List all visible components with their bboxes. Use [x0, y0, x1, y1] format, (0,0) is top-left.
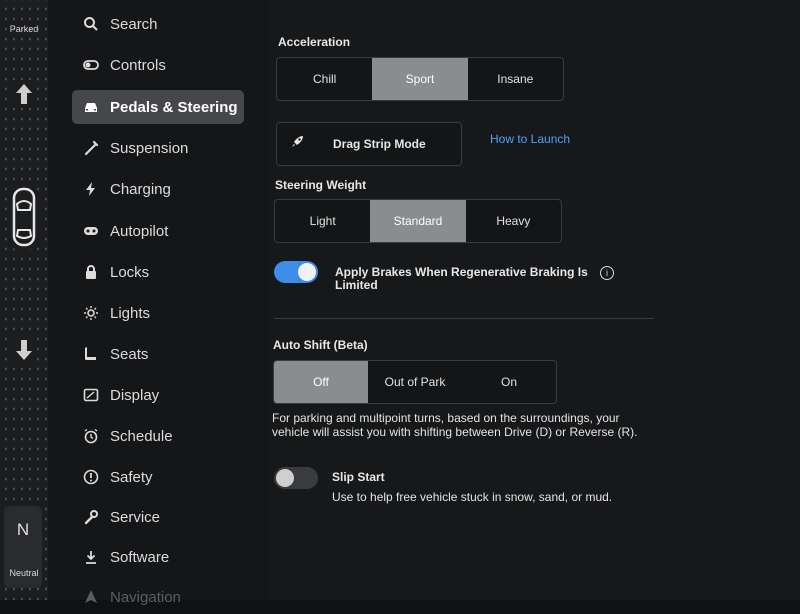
sidebar-item-navigation[interactable]: Navigation	[72, 580, 244, 614]
gear-neutral-label: Neutral	[9, 568, 39, 578]
wrench-pen-icon	[82, 139, 100, 157]
sidebar-item-pedals-steering[interactable]: Pedals & Steering	[72, 90, 244, 124]
steering-option-light[interactable]: Light	[275, 200, 370, 242]
alert-circle-icon	[82, 468, 100, 486]
current-gear: N	[16, 520, 30, 539]
download-icon	[82, 548, 100, 566]
sidebar-item-label: Charging	[110, 180, 171, 198]
sidebar-item-schedule[interactable]: Schedule	[72, 419, 244, 453]
gear-parked-label: Parked	[9, 24, 39, 34]
bolt-icon	[82, 180, 100, 198]
auto-shift-option-on[interactable]: On	[462, 361, 556, 403]
sidebar-item-software[interactable]: Software	[72, 540, 244, 574]
sidebar-item-label: Software	[110, 548, 170, 566]
sidebar-item-label: Service	[110, 508, 161, 526]
auto-shift-option-off[interactable]: Off	[274, 361, 368, 403]
slip-start-description: Use to help free vehicle stuck in snow, …	[332, 490, 613, 504]
car-top-view-icon	[8, 186, 40, 250]
sidebar-item-seats[interactable]: Seats	[72, 337, 244, 371]
sidebar-item-charging[interactable]: Charging	[72, 172, 244, 206]
sidebar-item-autopilot[interactable]: Autopilot	[72, 214, 244, 248]
auto-shift-description: For parking and multipoint turns, based …	[272, 411, 638, 439]
steering-option-heavy[interactable]: Heavy	[466, 200, 561, 242]
sidebar-item-label: Display	[110, 386, 160, 404]
wrench-icon	[82, 508, 100, 526]
search-icon	[82, 15, 100, 33]
gear-selector-strip[interactable]: Parked N Neutral	[0, 0, 48, 600]
how-to-launch-link[interactable]: How to Launch	[490, 132, 570, 146]
sidebar-item-service[interactable]: Service	[72, 500, 244, 534]
drag-strip-mode-button[interactable]: Drag Strip Mode	[276, 122, 462, 166]
sidebar-item-safety[interactable]: Safety	[72, 460, 244, 494]
sidebar-item-label: Search	[110, 15, 158, 33]
acceleration-option-sport[interactable]: Sport	[372, 58, 468, 100]
shift-up-arrow-icon[interactable]	[12, 80, 36, 108]
sidebar-item-label: Autopilot	[110, 222, 169, 240]
sidebar-item-label: Navigation	[110, 588, 181, 606]
seat-icon	[82, 345, 100, 363]
acceleration-option-insane[interactable]: Insane	[468, 58, 563, 100]
regen-brakes-label: Apply Brakes When Regenerative Braking I…	[335, 265, 588, 292]
slip-start-toggle[interactable]	[274, 467, 318, 489]
steering-option-standard[interactable]: Standard	[370, 200, 466, 242]
lock-icon	[82, 263, 100, 281]
pedals-steering-panel: Acceleration Chill Sport Insane Drag Str…	[270, 0, 800, 600]
sidebar-item-label: Lights	[110, 304, 151, 322]
sidebar-item-search[interactable]: Search	[72, 7, 244, 41]
sidebar-item-label: Locks	[110, 263, 150, 281]
sun-icon	[82, 304, 100, 322]
toggle-knob	[276, 469, 294, 487]
auto-shift-title: Auto Shift (Beta)	[273, 338, 368, 352]
sidebar-item-display[interactable]: Display	[72, 378, 244, 412]
auto-shift-option-out-of-park[interactable]: Out of Park	[368, 361, 462, 403]
section-divider	[274, 318, 654, 319]
steering-weight-selector: Light Standard Heavy	[274, 199, 562, 243]
toggle-knob	[298, 263, 316, 281]
info-icon[interactable]: i	[600, 266, 614, 280]
drag-strip-mode-label: Drag Strip Mode	[333, 137, 426, 151]
alarm-clock-icon	[82, 427, 100, 445]
acceleration-option-chill[interactable]: Chill	[277, 58, 372, 100]
sidebar-item-label: Schedule	[110, 427, 173, 445]
sidebar-item-controls[interactable]: Controls	[72, 48, 244, 82]
sidebar-item-label: Pedals & Steering	[110, 98, 238, 116]
auto-shift-selector: Off Out of Park On	[273, 360, 557, 404]
display-icon	[82, 386, 100, 404]
shift-down-arrow-icon[interactable]	[12, 336, 36, 364]
navigation-icon	[82, 588, 100, 606]
acceleration-selector: Chill Sport Insane	[276, 57, 564, 101]
car-icon	[82, 98, 100, 116]
sidebar-item-suspension[interactable]: Suspension	[72, 131, 244, 165]
sidebar-item-label: Controls	[110, 56, 166, 74]
rocket-icon	[289, 134, 309, 155]
slip-start-title: Slip Start	[332, 470, 385, 484]
sidebar-item-label: Seats	[110, 345, 149, 363]
settings-sidebar: Search Controls Pedals & Steering Suspen…	[48, 0, 270, 606]
steering-weight-title: Steering Weight	[275, 178, 367, 192]
sidebar-item-lights[interactable]: Lights	[72, 296, 244, 330]
regen-brakes-toggle[interactable]	[274, 261, 318, 283]
sidebar-item-label: Suspension	[110, 139, 189, 157]
acceleration-title: Acceleration	[278, 35, 351, 49]
steering-wheel-icon	[82, 222, 100, 240]
sidebar-item-label: Safety	[110, 468, 153, 486]
sidebar-item-locks[interactable]: Locks	[72, 255, 244, 289]
toggle-icon	[82, 56, 100, 74]
